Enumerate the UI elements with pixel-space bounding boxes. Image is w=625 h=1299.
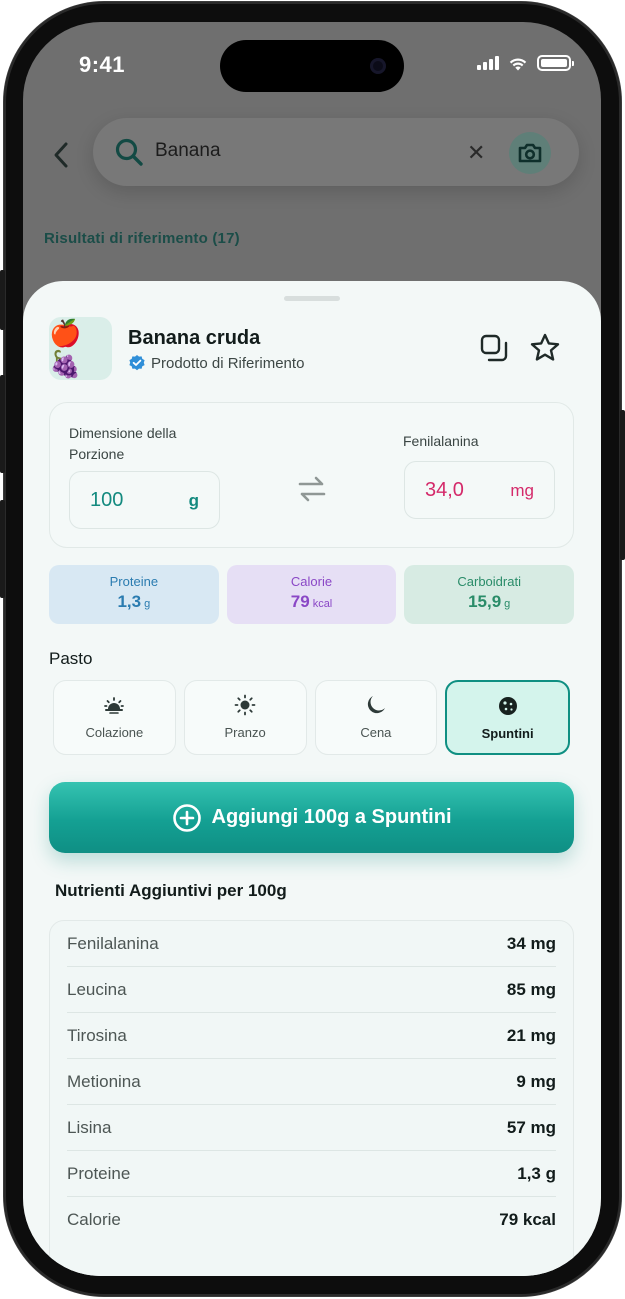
results-count-label: Risultati di riferimento (17) <box>44 230 240 247</box>
front-camera <box>370 58 386 74</box>
nutrient-name: Leucina <box>67 979 127 999</box>
plus-circle-icon <box>172 803 201 832</box>
add-to-meal-button[interactable]: Aggiungi 100g a Spuntini <box>49 782 574 853</box>
nutrient-name: Lisina <box>67 1117 112 1137</box>
wifi-icon <box>509 58 527 70</box>
macro-value: 15,9 <box>468 592 502 611</box>
food-detail-sheet: 🍎🍇 Banana cruda Prodotto di Riferimento … <box>23 281 601 1276</box>
cookie-icon <box>498 697 517 715</box>
macro-name: Calorie <box>290 574 333 589</box>
food-thumbnail: 🍎🍇 <box>49 317 112 380</box>
phe-value[interactable]: 34,0 <box>425 479 464 502</box>
nutrient-value: 85 mg <box>506 979 556 999</box>
back-arrow-icon[interactable] <box>49 140 73 170</box>
nutrient-name: Tirosina <box>67 1025 127 1045</box>
camera-icon <box>518 143 542 163</box>
macro-name: Carboidrati <box>457 574 521 589</box>
macro-unit: g <box>144 598 151 610</box>
source-badge: Prodotto di Riferimento <box>128 354 304 372</box>
nutrient-row: Proteine 1,3 g <box>67 1151 556 1197</box>
nutrient-name: Proteine <box>67 1163 131 1183</box>
macro-value: 1,3 <box>117 592 142 611</box>
status-bar: 9:41 <box>23 22 601 92</box>
volume-up-button <box>0 375 5 473</box>
action-button <box>0 270 5 330</box>
nutrient-value: 57 mg <box>506 1117 556 1137</box>
sunrise-icon <box>104 697 125 714</box>
volume-down-button <box>0 500 5 598</box>
nutrient-row: Leucina 85 mg <box>67 967 556 1013</box>
source-label: Prodotto di Riferimento <box>151 354 305 372</box>
meal-option-label: Colazione <box>85 725 144 740</box>
nutrient-row: Fenilalanina 34 mg <box>67 921 556 967</box>
nutrient-row: Lisina 57 mg <box>67 1105 556 1151</box>
portion-input[interactable]: 100 g <box>69 471 220 529</box>
macro-summary: Proteine 1,3 g Calorie 79 kcal Carboidrati… <box>49 565 575 624</box>
macro-unit: kcal <box>312 598 333 610</box>
swap-icon[interactable] <box>296 473 328 505</box>
screen: 9:41 Banana ✕ Risultati di riferimento (… <box>23 22 601 1276</box>
macro-carbs: Carboidrati 15,9 g <box>404 565 575 624</box>
verified-badge-icon <box>129 355 145 371</box>
nutrient-value: 79 kcal <box>499 1210 556 1229</box>
meal-selector: Colazione Pranzo Cena Spuntini <box>53 680 570 755</box>
sun-icon <box>234 694 256 716</box>
phe-input[interactable]: 34,0 mg <box>404 461 555 519</box>
dynamic-island <box>220 40 404 92</box>
cellular-signal-icon <box>477 56 499 70</box>
food-title: Banana cruda <box>128 327 261 349</box>
status-icons <box>477 55 574 71</box>
fruit-emoji: 🍎🍇 <box>49 317 82 379</box>
moon-icon <box>367 696 385 714</box>
battery-icon <box>537 55 574 71</box>
nutrient-name: Calorie <box>67 1210 121 1229</box>
search-bar[interactable]: Banana ✕ <box>93 118 579 186</box>
nutrients-title: Nutrienti Aggiuntivi per 100g <box>55 881 287 900</box>
meal-option-label: Pranzo <box>224 725 266 740</box>
portion-unit: g <box>188 491 199 510</box>
add-button-label: Aggiungi 100g a Spuntini <box>211 806 452 828</box>
meal-option-dinner[interactable]: Cena <box>314 680 438 755</box>
nutrient-value: 1,3 g <box>517 1163 556 1183</box>
macro-name: Proteine <box>109 574 159 589</box>
portion-label: Dimensione della Porzione <box>69 425 177 462</box>
macro-unit: g <box>504 598 511 610</box>
search-icon <box>115 138 143 166</box>
nutrient-row: Tirosina 21 mg <box>67 1013 556 1059</box>
portion-value[interactable]: 100 <box>90 489 123 512</box>
meal-option-breakfast[interactable]: Colazione <box>53 680 176 755</box>
sheet-grabber[interactable] <box>284 296 340 301</box>
phe-unit: mg <box>510 481 534 500</box>
meal-option-label: Cena <box>360 725 392 740</box>
meal-label: Pasto <box>49 649 93 668</box>
nutrient-name: Metionina <box>67 1071 141 1091</box>
status-time: 9:41 <box>79 52 126 77</box>
nutrient-value: 9 mg <box>516 1071 556 1091</box>
power-button <box>620 410 625 560</box>
clear-search-icon[interactable]: ✕ <box>467 140 485 166</box>
copy-icon[interactable] <box>479 333 509 363</box>
macro-calories: Calorie 79 kcal <box>226 565 397 624</box>
star-icon[interactable] <box>529 332 561 364</box>
nutrient-value: 34 mg <box>506 933 556 953</box>
macro-protein: Proteine 1,3 g <box>49 565 219 624</box>
nutrient-row: Calorie 79 kcal <box>67 1197 556 1243</box>
meal-option-snacks[interactable]: Spuntini <box>445 680 570 755</box>
meal-option-lunch[interactable]: Pranzo <box>183 680 307 755</box>
nutrients-table: Fenilalanina 34 mg Leucina 85 mg Tirosin… <box>49 920 574 1276</box>
nutrient-row: Metionina 9 mg <box>67 1059 556 1105</box>
search-input[interactable]: Banana <box>155 140 221 162</box>
macro-value: 79 <box>290 592 310 611</box>
nutrient-name: Fenilalanina <box>67 933 159 953</box>
camera-button[interactable] <box>509 132 551 174</box>
meal-option-label: Spuntini <box>481 726 534 741</box>
portion-card: Dimensione della Porzione 100 g Fenilala… <box>49 402 574 548</box>
nutrient-value: 21 mg <box>506 1025 556 1045</box>
phe-label: Fenilalanina <box>403 433 479 449</box>
